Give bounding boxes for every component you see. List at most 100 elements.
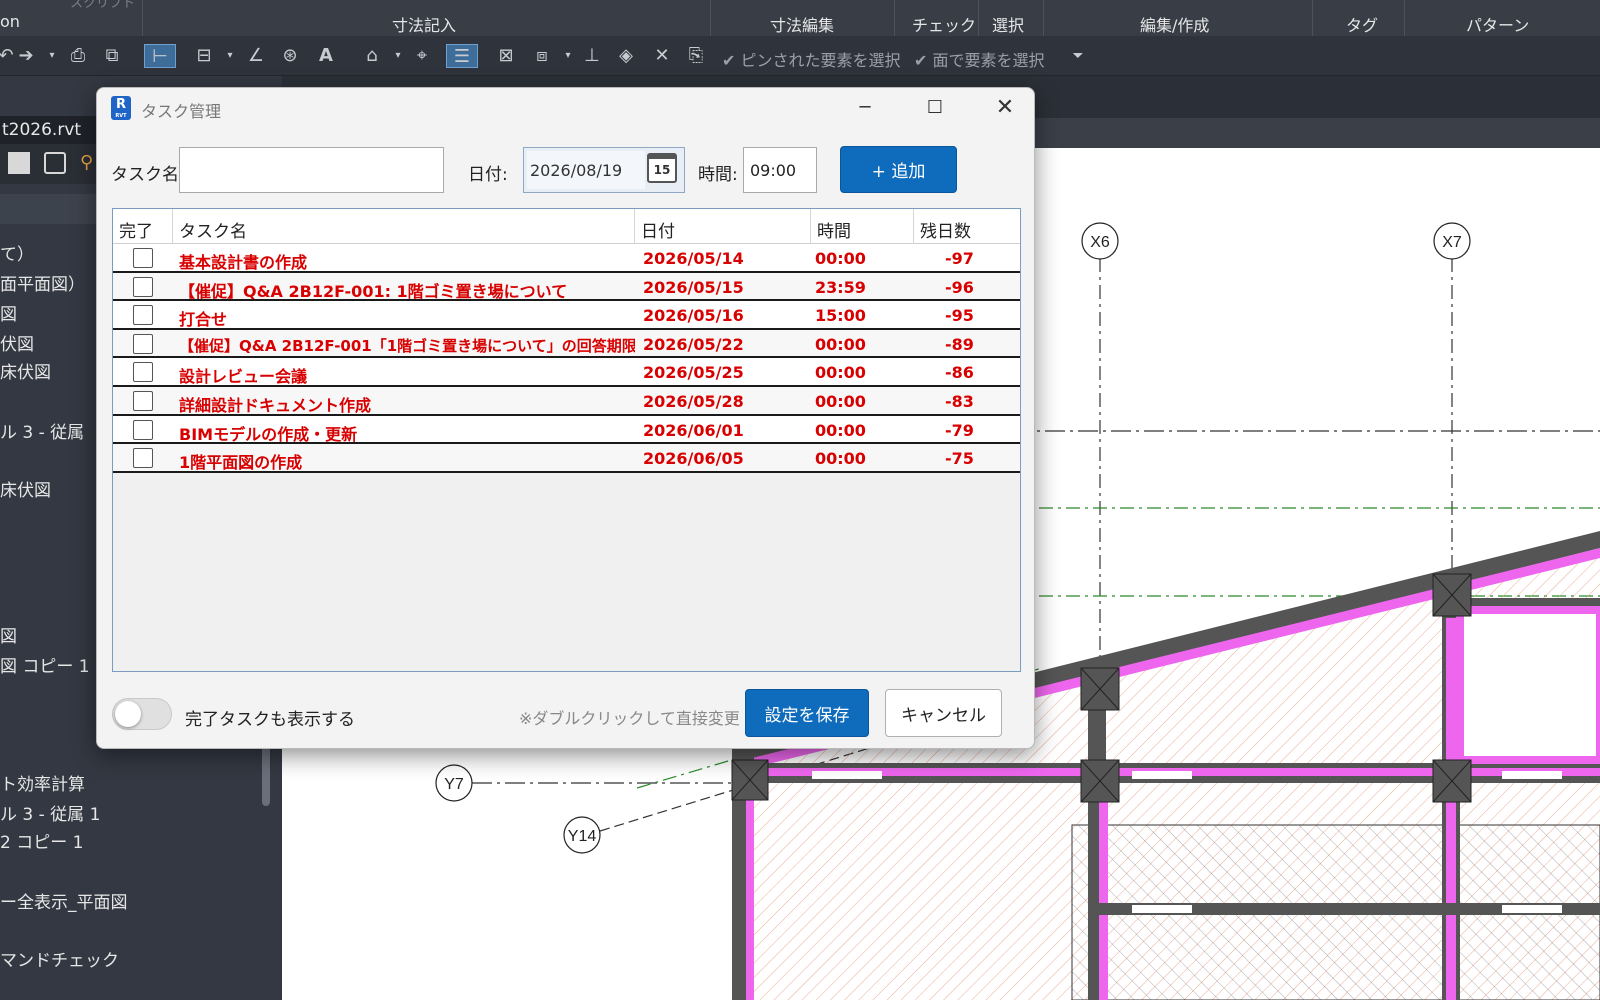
ribbon-tab-partial[interactable]: on bbox=[0, 12, 20, 31]
tree-item[interactable]: ー全表示_平面図 bbox=[0, 888, 128, 913]
task-cell: 詳細設計ドキュメント作成 bbox=[179, 396, 372, 415]
align-icon[interactable]: ⊥ bbox=[580, 44, 604, 68]
time-cell: 00:00 bbox=[815, 334, 866, 354]
camera-icon[interactable] bbox=[44, 152, 66, 174]
close-hidden-icon[interactable]: ⊠ bbox=[494, 44, 518, 68]
tree-item[interactable]: ル 3 - 従属 bbox=[0, 418, 84, 443]
tree-item[interactable]: ル 3 - 従属 1 bbox=[0, 800, 100, 825]
done-checkbox[interactable] bbox=[133, 362, 153, 383]
tree-item[interactable]: て） bbox=[0, 240, 34, 265]
cancel-button[interactable]: キャンセル bbox=[885, 689, 1002, 737]
tree-item[interactable]: 2 コピー 1 bbox=[0, 828, 83, 853]
column-header-task[interactable]: タスク名 bbox=[173, 209, 635, 244]
calendar-icon[interactable]: 15 bbox=[647, 153, 677, 183]
grid-bubble-y7[interactable]: Y7 bbox=[435, 764, 473, 802]
home-view-icon[interactable]: ⌂ bbox=[360, 44, 384, 68]
table-row[interactable]: 【催促】Q&A 2B12F-001「1階ゴミ置き場について」の回答期限超 202… bbox=[113, 329, 1020, 359]
ribbon-tab-check[interactable]: チェック bbox=[912, 12, 976, 36]
check-icon: ✔ bbox=[914, 51, 928, 70]
section-icon[interactable]: ⌖ bbox=[410, 44, 434, 68]
select-pinned-toggle[interactable]: ✔ ピンされた要素を選択 bbox=[722, 47, 901, 71]
done-checkbox[interactable] bbox=[133, 333, 153, 354]
delete-icon[interactable]: ✕ bbox=[650, 44, 674, 68]
column bbox=[1080, 759, 1120, 803]
column-header-time[interactable]: 時間 bbox=[811, 209, 914, 244]
thin-lines-icon[interactable]: ☰ bbox=[446, 44, 478, 68]
add-task-button[interactable]: + 追加 bbox=[840, 146, 957, 193]
grid-bubble-x6[interactable]: X6 bbox=[1081, 222, 1119, 260]
grid-bubble-x7[interactable]: X7 bbox=[1433, 222, 1471, 260]
done-checkbox[interactable] bbox=[133, 276, 153, 297]
copy-icon[interactable]: ⎘ bbox=[684, 44, 708, 68]
redo-icon[interactable]: ➔ bbox=[14, 44, 38, 68]
done-checkbox[interactable] bbox=[133, 419, 153, 440]
tag-icon[interactable]: ⊛ bbox=[278, 44, 302, 68]
export-icon[interactable]: ⧉ bbox=[100, 44, 124, 68]
remaining-cell: -83 bbox=[945, 392, 974, 411]
tree-item[interactable]: ト効率計算 bbox=[0, 770, 85, 795]
remaining-cell: -95 bbox=[945, 306, 974, 326]
tree-item[interactable]: 図 bbox=[0, 300, 17, 325]
aligned-dimension-icon[interactable]: ⊢ bbox=[144, 44, 176, 68]
home-view-dropdown-icon[interactable]: ▾ bbox=[386, 44, 410, 68]
table-row[interactable]: 詳細設計ドキュメント作成 2026/05/28 00:00 -83 bbox=[113, 387, 1020, 416]
remaining-cell: -75 bbox=[945, 449, 974, 469]
tree-item[interactable]: 伏図 bbox=[0, 330, 34, 355]
task-name-input[interactable] bbox=[179, 147, 444, 193]
customize-toolbar-icon[interactable]: ⏷ bbox=[1066, 44, 1090, 68]
show-done-toggle[interactable] bbox=[112, 698, 172, 730]
ribbon-tab-tag[interactable]: タグ bbox=[1346, 12, 1378, 36]
print-icon[interactable]: ⎙ bbox=[66, 44, 90, 68]
3d-view-icon[interactable]: ◈ bbox=[614, 44, 638, 68]
table-row[interactable]: 設計レビュー会議 2026/05/25 00:00 -86 bbox=[113, 358, 1020, 387]
time-input[interactable] bbox=[743, 147, 817, 193]
done-checkbox[interactable] bbox=[133, 248, 153, 268]
ribbon-tab-edit-create[interactable]: 編集/作成 bbox=[1140, 12, 1209, 36]
close-button[interactable]: ✕ bbox=[982, 90, 1028, 126]
time-cell: 00:00 bbox=[815, 363, 866, 383]
text-icon[interactable]: A bbox=[314, 44, 338, 68]
table-row[interactable]: 1階平面図の作成 2026/06/05 00:00 -75 bbox=[113, 444, 1020, 473]
minimize-button[interactable]: ─ bbox=[842, 90, 888, 126]
dialog-titlebar[interactable]: R RVT タスク管理 ─ ☐ ✕ bbox=[97, 88, 1034, 128]
column-header-remaining[interactable]: 残日数 bbox=[914, 209, 1020, 244]
ribbon-tab-pattern[interactable]: パターン bbox=[1466, 12, 1529, 36]
linear-dimension-icon[interactable]: ⊟ bbox=[192, 44, 216, 68]
grid-bubble-y14[interactable]: Y14 bbox=[563, 816, 601, 854]
task-name-label: タスク名: bbox=[111, 165, 185, 185]
save-settings-button[interactable]: 設定を保存 bbox=[745, 689, 869, 737]
time-label: 時間: bbox=[698, 165, 738, 185]
date-picker[interactable]: 15 bbox=[523, 147, 685, 193]
tree-item[interactable]: 図 コピー 1 bbox=[0, 652, 90, 677]
column-header-done[interactable]: 完了 bbox=[113, 209, 173, 244]
view-icon[interactable] bbox=[8, 152, 30, 174]
tree-item[interactable]: 図 bbox=[0, 622, 17, 647]
maximize-button[interactable]: ☐ bbox=[912, 90, 958, 126]
ribbon-tab-dimension-edit[interactable]: 寸法編集 bbox=[770, 12, 834, 36]
angular-dimension-icon[interactable]: ∠ bbox=[244, 44, 268, 68]
table-row[interactable]: 基本設計書の作成 2026/05/14 00:00 -97 bbox=[113, 244, 1020, 273]
table-row[interactable]: 打合せ 2026/05/16 15:00 -95 bbox=[113, 301, 1020, 330]
ribbon-tab-dimension[interactable]: 寸法記入 bbox=[392, 12, 456, 36]
tree-item[interactable]: 床伏図 bbox=[0, 476, 51, 501]
tree-item[interactable]: 面平面図） bbox=[0, 270, 85, 295]
select-by-face-toggle[interactable]: ✔ 面で要素を選択 bbox=[914, 47, 1045, 71]
ribbon-tab-select[interactable]: 選択 bbox=[992, 12, 1024, 36]
document-tab[interactable]: t2026.rvt bbox=[0, 116, 100, 144]
column-header-date[interactable]: 日付 bbox=[635, 209, 811, 244]
dimension-dropdown-icon[interactable]: ▾ bbox=[218, 44, 242, 68]
window-4 bbox=[1132, 905, 1192, 913]
tree-item[interactable]: 床伏図 bbox=[0, 358, 51, 383]
done-checkbox[interactable] bbox=[133, 391, 153, 411]
switch-windows-dropdown-icon[interactable]: ▾ bbox=[556, 44, 580, 68]
date-input[interactable] bbox=[527, 151, 645, 189]
done-checkbox[interactable] bbox=[133, 448, 153, 469]
tree-item[interactable]: マンドチェック bbox=[0, 946, 119, 971]
link-icon[interactable]: ⚲ bbox=[80, 152, 93, 173]
table-row[interactable]: 【催促】Q&A 2B12F-001: 1階ゴミ置き場について 2026/05/1… bbox=[113, 272, 1020, 302]
table-row[interactable]: BIMモデルの作成・更新 2026/06/01 00:00 -79 bbox=[113, 415, 1020, 445]
redo-dropdown-icon[interactable]: ▾ bbox=[40, 44, 64, 68]
wall-left-finish bbox=[746, 788, 754, 1000]
done-checkbox[interactable] bbox=[133, 305, 153, 326]
switch-windows-icon[interactable]: ⧈ bbox=[530, 44, 554, 68]
